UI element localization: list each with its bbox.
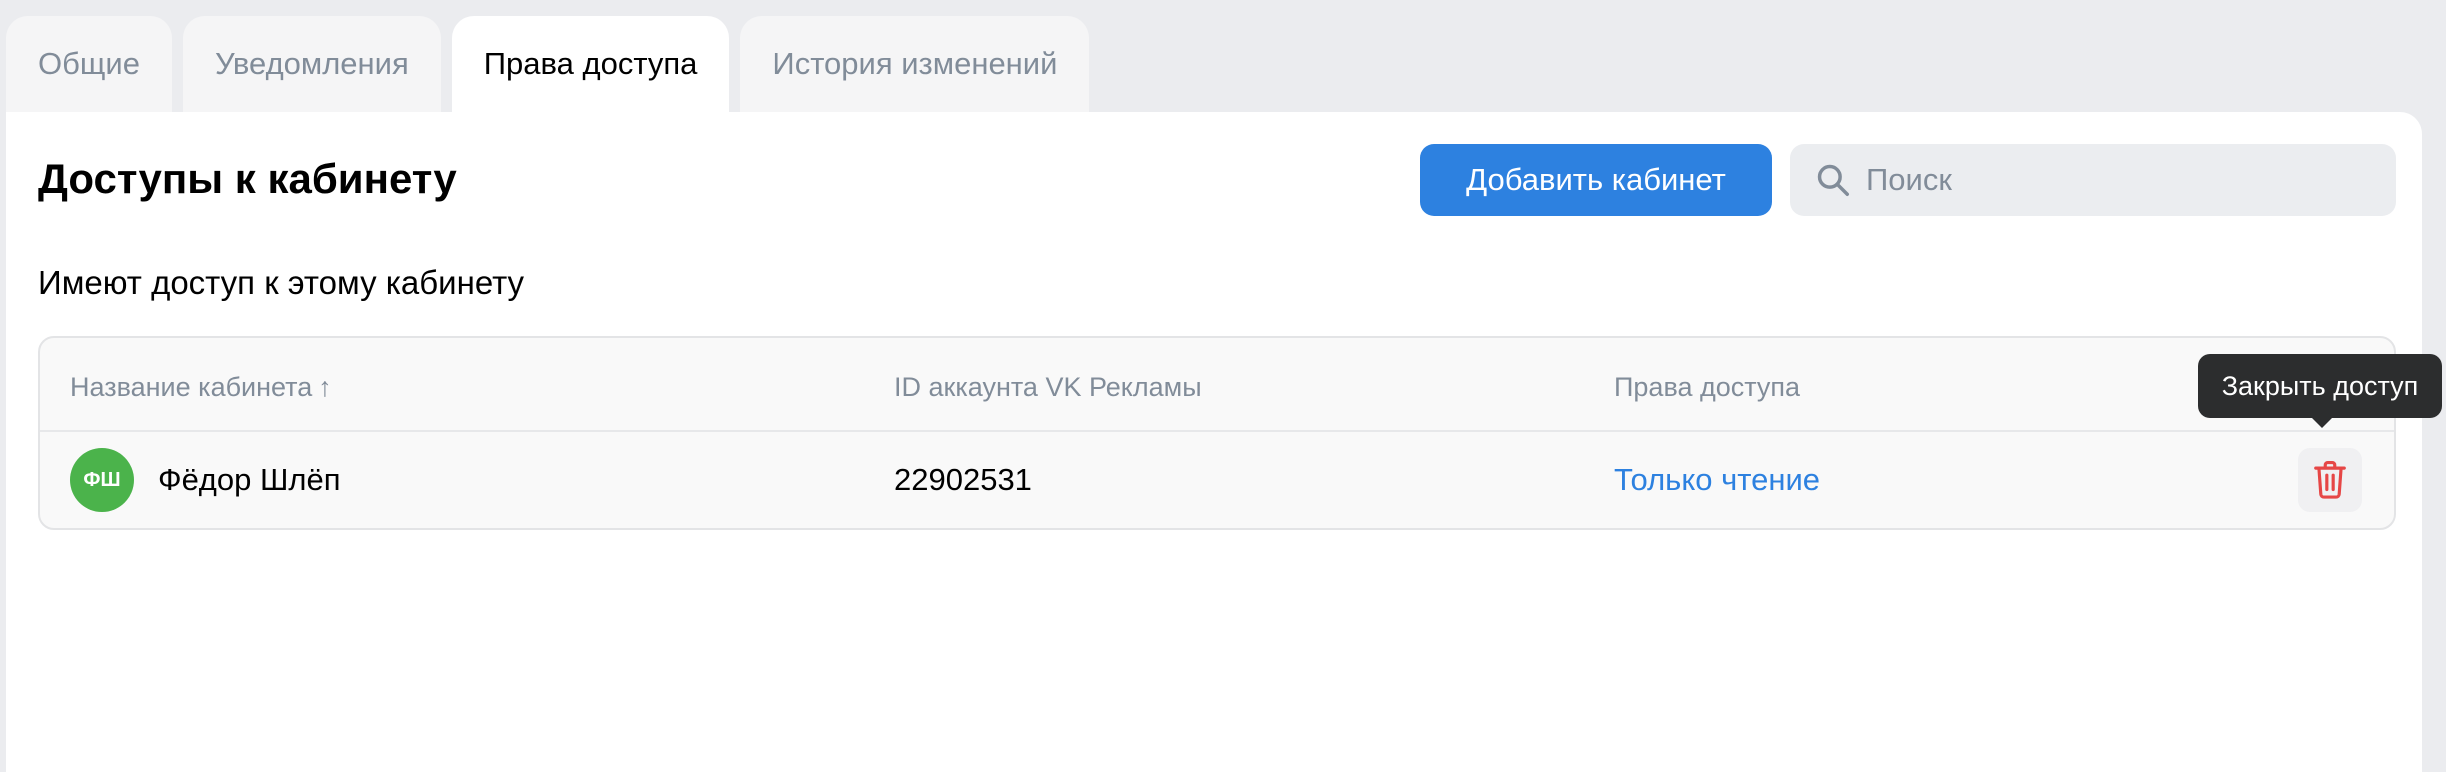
- tab-bar: Общие Уведомления Права доступа История …: [6, 16, 1090, 112]
- add-cabinet-button[interactable]: Добавить кабинет: [1420, 144, 1772, 216]
- search-icon: [1817, 164, 1849, 196]
- column-header-name-label: Название кабинета: [70, 372, 313, 402]
- sort-arrow-icon: ↑: [318, 372, 332, 402]
- access-table: Название кабинета ↑ ID аккаунта VK Реклам…: [38, 336, 2396, 530]
- avatar: ФШ: [70, 448, 134, 512]
- tab-notifications[interactable]: Уведомления: [182, 16, 441, 112]
- revoke-access-tooltip: Закрыть доступ: [2198, 354, 2442, 428]
- main-panel: Доступы к кабинету Добавить кабинет Имею…: [6, 112, 2422, 772]
- tab-change-history[interactable]: История изменений: [740, 16, 1090, 112]
- account-id: 22902531: [894, 462, 1032, 497]
- table-header: Название кабинета ↑ ID аккаунта VK Реклам…: [40, 338, 2394, 432]
- column-header-rights: Права доступа: [1614, 372, 1801, 402]
- table-row: ФШ Фёдор Шлёп 22902531 Только чтение: [40, 432, 2394, 528]
- tab-general[interactable]: Общие: [6, 16, 172, 112]
- trash-icon: [2314, 461, 2346, 499]
- search-input[interactable]: [1866, 162, 2366, 198]
- revoke-access-button[interactable]: [2298, 448, 2362, 512]
- access-rights-link[interactable]: Только чтение: [1614, 462, 1820, 498]
- column-header-account-id: ID аккаунта VK Рекламы: [894, 372, 1202, 402]
- search-box[interactable]: [1790, 144, 2396, 216]
- page-title: Доступы к кабинету: [38, 155, 457, 202]
- section-title: Имеют доступ к этому кабинету: [38, 264, 525, 301]
- column-header-name[interactable]: Название кабинета ↑: [70, 372, 332, 403]
- tab-access-rights[interactable]: Права доступа: [451, 16, 730, 112]
- cabinet-name: Фёдор Шлёп: [158, 462, 341, 497]
